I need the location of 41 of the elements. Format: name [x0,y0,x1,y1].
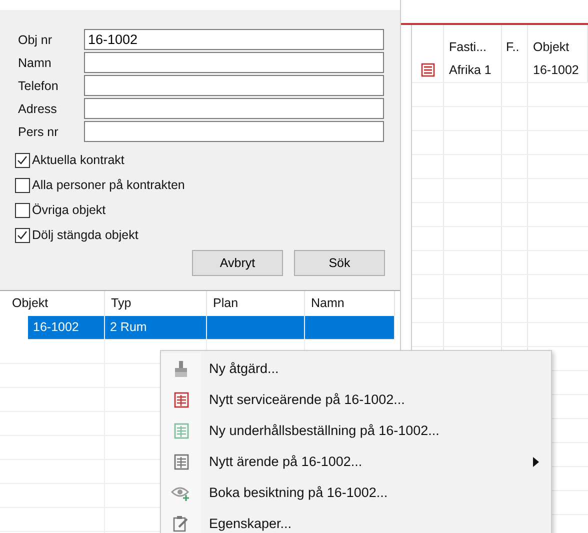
checkbox[interactable] [15,152,30,168]
menu-item[interactable]: Ny underhållsbeställning på 16-1002... [161,415,551,446]
input-field[interactable] [84,98,384,119]
menu-item[interactable]: Nytt ärende på 16-1002... [161,446,551,477]
field-label: Obj nr [18,32,54,46]
menu-item[interactable]: Egenskaper... [161,508,551,533]
input-field[interactable] [84,121,384,142]
column-header[interactable]: Objekt [528,25,588,58]
table-cell: Afrika 1 [444,58,502,82]
checkbox-label: Aktuella kontrakt [32,153,124,167]
checkbox-label: Dölj stängda objekt [32,228,138,242]
checkbox-label: Alla personer på kontrakten [32,178,185,192]
input-field[interactable] [84,52,384,73]
submenu-arrow-icon [533,456,539,466]
brush-icon [173,360,189,378]
checkbox[interactable] [15,228,30,242]
field-label: Telefon [18,78,60,92]
table-cell: 16-1002 [528,58,588,82]
form-icon [174,454,188,470]
menu-item[interactable]: Nytt serviceärende på 16-1002... [161,384,551,415]
column-header[interactable]: F.. [502,25,528,58]
input-field[interactable] [84,75,384,96]
checkbox[interactable] [15,202,30,218]
input-field[interactable]: 16-1002 [84,29,384,50]
menu-item[interactable]: Ny åtgärd... [161,353,551,384]
field-label: Adress [18,102,58,116]
menu-item[interactable]: Boka besiktning på 16-1002... [161,477,551,508]
form-icon [420,63,434,77]
eye-plus-icon [171,484,191,500]
column-header[interactable]: Fasti... [444,25,502,58]
form-icon [174,392,188,408]
table-cell: 16-1002 [28,316,105,340]
form-button[interactable]: Sök [294,250,385,276]
form-icon [174,422,188,438]
checkbox-label: Övriga objekt [32,203,106,217]
table-cell: 2 Rum [105,316,207,340]
form-button[interactable]: Avbryt [192,250,283,276]
checkbox[interactable] [15,178,30,192]
field-label: Pers nr [18,124,60,138]
properties-icon [173,515,189,532]
field-label: Namn [18,56,52,70]
